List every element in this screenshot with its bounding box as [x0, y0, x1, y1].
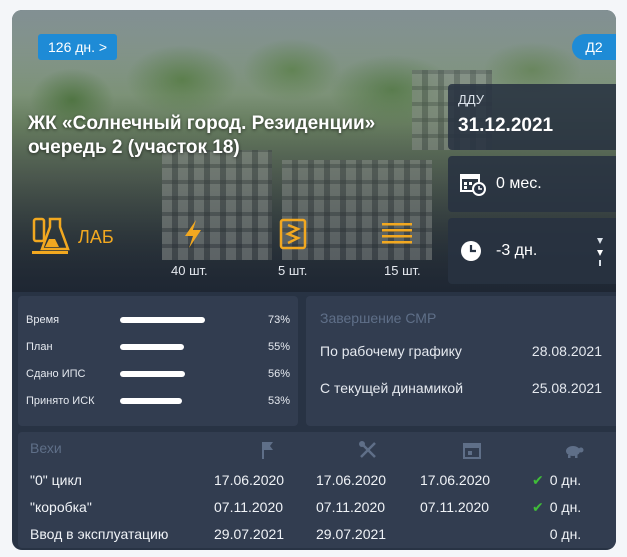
- ddu-label: ДДУ: [458, 92, 485, 107]
- milestone-row[interactable]: Ввод в эксплуатацию 29.07.2021 29.07.2021 ✔…: [18, 526, 616, 550]
- check-icon: ✔: [532, 472, 544, 488]
- clock-icon: [461, 241, 481, 261]
- delay-value: -3 дн.: [496, 242, 538, 259]
- completion-row: С текущей динамикой 25.08.2021: [320, 380, 602, 396]
- progress-percent: 55%: [267, 340, 290, 353]
- milestone-date: 07.11.2020: [420, 499, 490, 515]
- sort-arrows-icon[interactable]: [594, 232, 606, 272]
- lab-flask-icon: [32, 217, 70, 254]
- milestone-delta: ✔0 дн.: [532, 499, 582, 515]
- milestone-date: 29.07.2021: [316, 526, 387, 542]
- progress-label: Сдано ИПС: [26, 367, 86, 380]
- milestone-date: 29.07.2021: [214, 526, 285, 542]
- calendar-clock-icon: [460, 174, 486, 196]
- progress-track: [119, 316, 237, 323]
- milestone-date: 17.06.2020: [214, 472, 285, 488]
- check-icon: ✔: [532, 499, 544, 515]
- lightning-icon: [185, 220, 201, 248]
- progress-percent: 73%: [267, 313, 290, 326]
- metrics-row: ЛАБ 40 шт. 5 шт. 15 шт.: [26, 213, 446, 283]
- progress-track: [119, 370, 237, 377]
- progress-panel: Время 73% План 55% Сдано ИПС 56% Принято ИСК 53…: [18, 296, 298, 426]
- milestones-table: Вехи "0" цикл 17.06.2020 17.06.2020 17.0…: [18, 432, 616, 548]
- milestone-date: 07.11.2020: [316, 499, 386, 515]
- milestones-header: Вехи: [18, 440, 616, 466]
- turtle-icon: [566, 446, 584, 458]
- progress-bar: [119, 370, 186, 377]
- progress-track: [119, 343, 237, 350]
- progress-percent: 56%: [267, 367, 290, 380]
- phase-badge[interactable]: Д2: [572, 34, 616, 60]
- milestone-name: "коробка": [30, 499, 92, 515]
- progress-label: Принято ИСК: [26, 394, 95, 407]
- progress-row: Принято ИСК 53%: [26, 387, 290, 414]
- milestone-date: 17.06.2020: [420, 472, 491, 488]
- completion-title: Завершение СМР: [320, 310, 437, 326]
- ddu-panel: ДДУ 31.12.2021: [448, 84, 616, 150]
- metric-value: 15 шт.: [384, 263, 421, 278]
- progress-percent: 53%: [267, 394, 290, 407]
- project-card[interactable]: 126 дн. > Д2 ЖК «Солнечный город. Резиде…: [12, 10, 616, 550]
- milestone-date: 17.06.2020: [316, 472, 387, 488]
- progress-bar: [119, 316, 206, 323]
- progress-row: Сдано ИПС 56%: [26, 360, 290, 387]
- milestone-date: 07.11.2020: [214, 499, 284, 515]
- flag-icon: [262, 442, 273, 459]
- progress-bar: [119, 343, 185, 350]
- progress-row: План 55%: [26, 333, 290, 360]
- calendar-icon: [463, 443, 481, 459]
- months-panel: 0 мес.: [448, 156, 616, 212]
- milestone-row[interactable]: "0" цикл 17.06.2020 17.06.2020 17.06.2020 ✔ 0…: [18, 472, 616, 498]
- progress-track: [119, 397, 237, 404]
- milestone-name: Ввод в эксплуатацию: [30, 526, 169, 542]
- hero-section: 126 дн. > Д2 ЖК «Солнечный город. Резиде…: [12, 10, 616, 292]
- progress-bar: [119, 397, 182, 404]
- project-title: ЖК «Солнечный город. Резиденции» очередь…: [28, 113, 376, 158]
- lines-icon: [382, 223, 412, 244]
- tools-icon: [359, 441, 376, 458]
- months-value: 0 мес.: [496, 175, 542, 192]
- milestone-delta: ✔0 дн.: [532, 472, 582, 488]
- progress-label: Время: [26, 313, 60, 326]
- progress-row: Время 73%: [26, 306, 290, 333]
- delay-panel: -3 дн.: [448, 218, 616, 284]
- document-zigzag-icon: [279, 218, 307, 250]
- milestone-row[interactable]: "коробка" 07.11.2020 07.11.2020 07.11.2020 ✔…: [18, 499, 616, 525]
- progress-label: План: [26, 340, 53, 353]
- days-badge[interactable]: 126 дн. >: [38, 34, 118, 60]
- completion-panel: Завершение СМР По рабочему графику 28.08…: [306, 296, 616, 426]
- milestone-delta: ✔0 дн.: [549, 526, 582, 542]
- milestone-name: "0" цикл: [30, 472, 82, 488]
- metric-value: 40 шт.: [171, 263, 208, 278]
- metric-value: 5 шт.: [278, 263, 308, 278]
- lab-label[interactable]: ЛАБ: [78, 227, 114, 248]
- ddu-date: 31.12.2021: [458, 115, 554, 136]
- milestones-header-label: Вехи: [30, 440, 62, 456]
- completion-row: По рабочему графику 28.08.2021: [320, 343, 602, 359]
